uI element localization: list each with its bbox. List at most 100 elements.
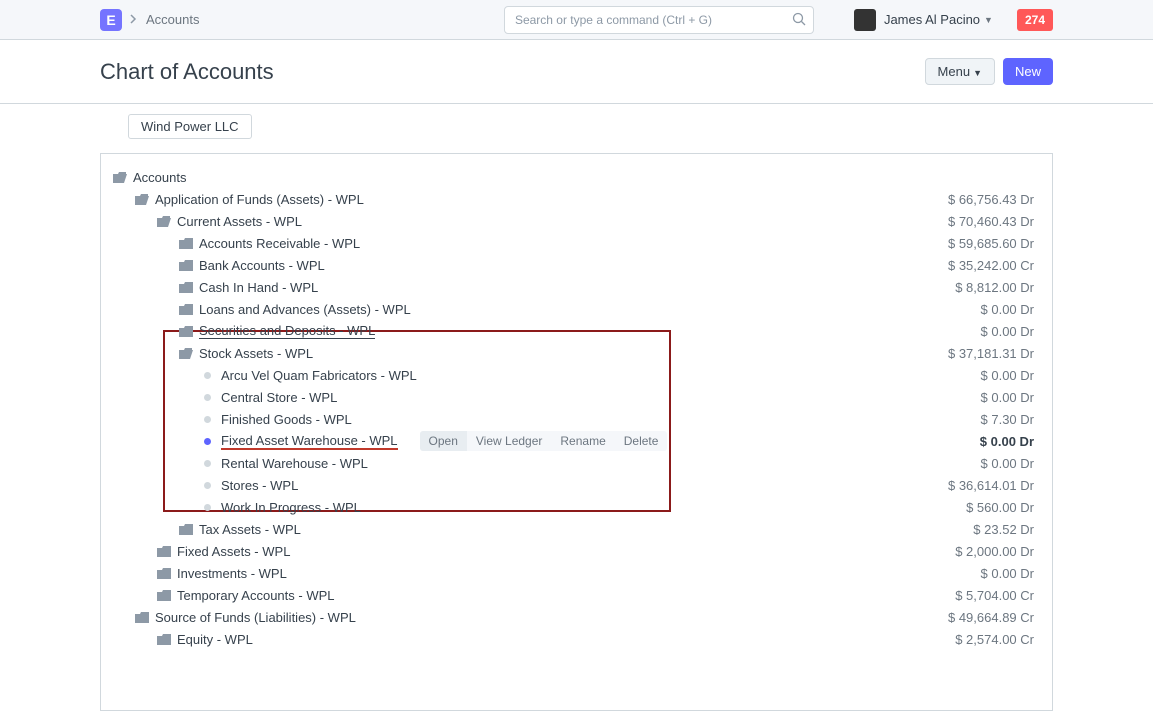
tree-node[interactable]: Bank Accounts - WPL $ 35,242.00 Cr <box>107 254 1038 276</box>
amount: $ 70,460.43 Dr <box>948 214 1034 229</box>
row-actions: Open View Ledger Rename Delete <box>420 431 668 451</box>
amount: $ 0.00 Dr <box>981 390 1034 405</box>
tree-label[interactable]: Temporary Accounts - WPL <box>177 588 335 603</box>
tree-node-accounts[interactable]: Accounts <box>107 166 1038 188</box>
folder-icon <box>157 546 171 557</box>
tree-node[interactable]: Securities and Deposits - WPL $ 0.00 Dr <box>107 320 1038 342</box>
content: Wind Power LLC Accounts Application of F… <box>0 104 1153 711</box>
action-open[interactable]: Open <box>420 431 467 451</box>
tree-label[interactable]: Fixed Assets - WPL <box>177 544 290 559</box>
tree-node[interactable]: Fixed Assets - WPL $ 2,000.00 Dr <box>107 540 1038 562</box>
amount: $ 36,614.01 Dr <box>948 478 1034 493</box>
tree-label[interactable]: Equity - WPL <box>177 632 253 647</box>
folder-icon <box>157 568 171 579</box>
tree-label[interactable]: Work In Progress - WPL <box>221 500 361 515</box>
chevron-down-icon: ▼ <box>984 15 993 25</box>
action-view-ledger[interactable]: View Ledger <box>467 431 552 451</box>
bullet-icon <box>204 372 211 379</box>
folder-icon <box>179 304 193 315</box>
amount: $ 560.00 Dr <box>966 500 1034 515</box>
tree-label[interactable]: Cash In Hand - WPL <box>199 280 318 295</box>
tree-leaf-selected[interactable]: Fixed Asset Warehouse - WPL Open View Le… <box>107 430 1038 452</box>
page-header: Chart of Accounts Menu▼ New <box>0 40 1153 104</box>
tree-leaf[interactable]: Finished Goods - WPL $ 7.30 Dr <box>107 408 1038 430</box>
amount: $ 0.00 Dr <box>981 566 1034 581</box>
folder-icon <box>179 260 193 271</box>
tree-node[interactable]: Source of Funds (Liabilities) - WPL $ 49… <box>107 606 1038 628</box>
tree-leaf[interactable]: Arcu Vel Quam Fabricators - WPL $ 0.00 D… <box>107 364 1038 386</box>
bullet-icon <box>204 438 211 445</box>
tree-node[interactable]: Cash In Hand - WPL $ 8,812.00 Dr <box>107 276 1038 298</box>
tree-label[interactable]: Stock Assets - WPL <box>199 346 313 361</box>
tree-label[interactable]: Bank Accounts - WPL <box>199 258 325 273</box>
folder-open-icon <box>179 348 193 359</box>
amount: $ 0.00 Dr <box>981 456 1034 471</box>
tree-node[interactable]: Investments - WPL $ 0.00 Dr <box>107 562 1038 584</box>
tree-label[interactable]: Central Store - WPL <box>221 390 337 405</box>
tree-label[interactable]: Arcu Vel Quam Fabricators - WPL <box>221 368 417 383</box>
breadcrumb-separator <box>130 12 138 27</box>
folder-icon <box>135 612 149 623</box>
amount: $ 66,756.43 Dr <box>948 192 1034 207</box>
search-box <box>504 6 814 34</box>
tree-label[interactable]: Rental Warehouse - WPL <box>221 456 368 471</box>
tree-label[interactable]: Finished Goods - WPL <box>221 412 352 427</box>
tree-leaf[interactable]: Stores - WPL $ 36,614.01 Dr <box>107 474 1038 496</box>
action-rename[interactable]: Rename <box>551 431 614 451</box>
folder-icon <box>179 282 193 293</box>
folder-icon <box>179 326 193 337</box>
folder-open-icon <box>135 194 149 205</box>
tree-node-stock-assets[interactable]: Stock Assets - WPL $ 37,181.31 Dr <box>107 342 1038 364</box>
tree-node[interactable]: Loans and Advances (Assets) - WPL $ 0.00… <box>107 298 1038 320</box>
amount: $ 0.00 Dr <box>980 434 1034 449</box>
page-title: Chart of Accounts <box>100 59 274 85</box>
tree-node[interactable]: Equity - WPL $ 2,574.00 Cr <box>107 628 1038 650</box>
amount: $ 0.00 Dr <box>981 324 1034 339</box>
tree-label[interactable]: Tax Assets - WPL <box>199 522 301 537</box>
tree-label[interactable]: Securities and Deposits - WPL <box>199 323 375 339</box>
amount: $ 2,000.00 Dr <box>955 544 1034 559</box>
tree-node[interactable]: Accounts Receivable - WPL $ 59,685.60 Dr <box>107 232 1038 254</box>
bullet-icon <box>204 416 211 423</box>
folder-open-icon <box>157 216 171 227</box>
folder-open-icon <box>113 172 127 183</box>
tree-label[interactable]: Accounts <box>133 170 186 185</box>
amount: $ 37,181.31 Dr <box>948 346 1034 361</box>
tree-label[interactable]: Current Assets - WPL <box>177 214 302 229</box>
tree-node[interactable]: Temporary Accounts - WPL $ 5,704.00 Cr <box>107 584 1038 606</box>
tree-label[interactable]: Fixed Asset Warehouse - WPL <box>221 433 398 449</box>
tree-label[interactable]: Accounts Receivable - WPL <box>199 236 360 251</box>
amount: $ 7.30 Dr <box>981 412 1034 427</box>
tree-label[interactable]: Investments - WPL <box>177 566 287 581</box>
tree-node[interactable]: Current Assets - WPL $ 70,460.43 Dr <box>107 210 1038 232</box>
bullet-icon <box>204 394 211 401</box>
amount: $ 59,685.60 Dr <box>948 236 1034 251</box>
action-delete[interactable]: Delete <box>615 431 668 451</box>
company-filter[interactable]: Wind Power LLC <box>128 114 252 139</box>
app-logo[interactable]: E <box>100 9 122 31</box>
accounts-tree: Accounts Application of Funds (Assets) -… <box>100 153 1053 711</box>
menu-button[interactable]: Menu▼ <box>925 58 995 85</box>
tree-label[interactable]: Source of Funds (Liabilities) - WPL <box>155 610 356 625</box>
user-menu[interactable]: James Al Pacino ▼ <box>854 9 993 31</box>
tree-node[interactable]: Tax Assets - WPL $ 23.52 Dr <box>107 518 1038 540</box>
amount: $ 5,704.00 Cr <box>955 588 1034 603</box>
bullet-icon <box>204 504 211 511</box>
amount: $ 23.52 Dr <box>973 522 1034 537</box>
tree-label[interactable]: Application of Funds (Assets) - WPL <box>155 192 364 207</box>
tree-label[interactable]: Loans and Advances (Assets) - WPL <box>199 302 411 317</box>
amount: $ 0.00 Dr <box>981 302 1034 317</box>
folder-icon <box>157 590 171 601</box>
tree-leaf[interactable]: Central Store - WPL $ 0.00 Dr <box>107 386 1038 408</box>
amount: $ 35,242.00 Cr <box>948 258 1034 273</box>
new-button[interactable]: New <box>1003 58 1053 85</box>
notification-badge[interactable]: 274 <box>1017 9 1053 31</box>
tree-label[interactable]: Stores - WPL <box>221 478 298 493</box>
search-input[interactable] <box>504 6 814 34</box>
tree-leaf[interactable]: Rental Warehouse - WPL $ 0.00 Dr <box>107 452 1038 474</box>
breadcrumb[interactable]: Accounts <box>146 12 199 27</box>
tree-leaf[interactable]: Work In Progress - WPL $ 560.00 Dr <box>107 496 1038 518</box>
tree-node[interactable]: Application of Funds (Assets) - WPL $ 66… <box>107 188 1038 210</box>
amount: $ 8,812.00 Dr <box>955 280 1034 295</box>
amount: $ 2,574.00 Cr <box>955 632 1034 647</box>
